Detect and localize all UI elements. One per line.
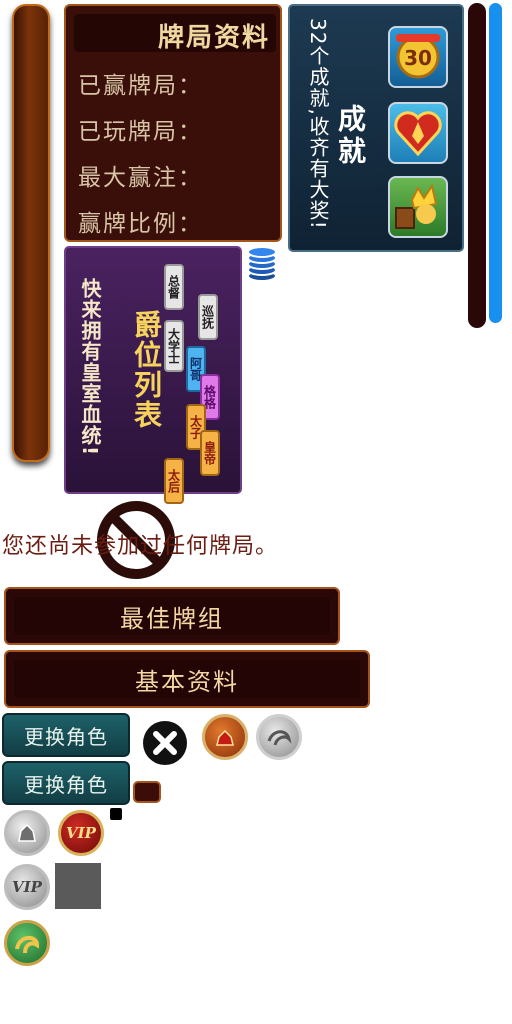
rank-tile-governor: 总督 <box>164 264 184 310</box>
gray-placeholder <box>55 863 101 909</box>
silver-dragon-coin-icon <box>256 714 302 760</box>
rank-tile-emperor: 皇帝 <box>200 430 220 476</box>
heart-shield-icon <box>388 102 448 164</box>
stats-title-bar: 牌局资料 <box>74 14 276 53</box>
rank-description: 快来拥有皇室血统! <box>78 278 102 457</box>
poker-chips-icon <box>246 246 278 282</box>
change-role-button-alt[interactable]: 更换角色 <box>2 761 130 805</box>
best-hand-label: 最佳牌组 <box>14 597 330 635</box>
rank-tile-inspector: 巡抚 <box>198 294 218 340</box>
small-dot <box>110 808 122 820</box>
trophy-30-icon: 30 <box>388 26 448 88</box>
achievements-panel[interactable]: 32个成就,收齐有大奖! 成就 30 <box>288 4 464 252</box>
green-dragon-coin-icon <box>4 920 50 966</box>
basic-info-button[interactable]: 基本资料 <box>4 650 370 708</box>
scroll-thumb[interactable] <box>489 3 502 323</box>
rank-title: 爵位列表 <box>130 310 163 430</box>
game-stats-panel: 牌局资料 已赢牌局： 已玩牌局： 最大赢注： 赢牌比例： <box>64 4 282 242</box>
silver-crown-coin-icon <box>4 810 50 856</box>
vip-gold-badge: VIP <box>58 810 104 856</box>
gold-rank-coin-icon <box>202 714 248 760</box>
achievements-description: 32个成就,收齐有大奖! <box>306 18 330 230</box>
change-role-button[interactable]: 更换角色 <box>2 713 130 757</box>
rank-list-panel[interactable]: 快来拥有皇室血统! 爵位列表 总督 巡抚 大学士 阿哥 格格 太子 皇帝 太后 <box>64 246 242 504</box>
vip-silver-label: VIP <box>12 878 42 896</box>
stat-label-games-won: 已赢牌局： <box>78 73 203 99</box>
vip-silver-badge: VIP <box>4 864 50 910</box>
vip-gold-label: VIP <box>66 824 96 842</box>
scroll-track[interactable] <box>468 3 486 328</box>
best-hand-button[interactable]: 最佳牌组 <box>4 587 340 645</box>
rank-tile-scholar: 大学士 <box>164 320 184 372</box>
empty-games-message: 您还尚未参加过任何牌局。 <box>2 534 279 559</box>
trophy-number: 30 <box>404 46 432 70</box>
stats-title: 牌局资料 <box>157 23 270 53</box>
rank-tile-empress-dowager: 太后 <box>164 458 184 504</box>
basic-info-label: 基本资料 <box>14 660 360 698</box>
stat-label-win-ratio: 赢牌比例： <box>78 211 203 237</box>
achievements-title: 成就 <box>334 104 367 168</box>
crown-chest-icon <box>388 176 448 238</box>
left-scroll-bar[interactable] <box>12 4 50 462</box>
stat-label-games-played: 已玩牌局： <box>78 119 203 145</box>
close-icon[interactable] <box>136 714 194 772</box>
small-tab-button[interactable] <box>133 781 161 803</box>
stat-label-max-win: 最大赢注： <box>78 165 203 191</box>
